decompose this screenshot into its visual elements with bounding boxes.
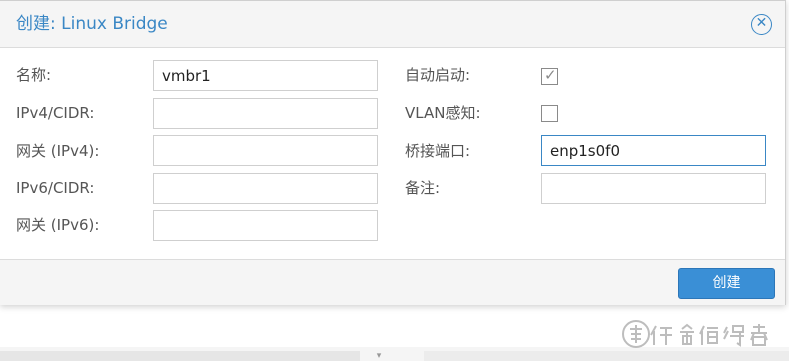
ipv4-cidr-label: IPv4/CIDR:	[16, 104, 95, 122]
comment-label: 备注:	[405, 179, 441, 197]
gateway-ipv6-input[interactable]	[153, 210, 378, 241]
bridge-ports-label: 桥接端口:	[405, 142, 471, 160]
gateway-ipv6-label: 网关 (IPv6):	[16, 216, 100, 234]
create-linux-bridge-dialog: 创建: Linux Bridge ✕ 名称: IPv4/CIDR: 网关 (IP…	[0, 0, 786, 305]
close-icon[interactable]: ✕	[751, 14, 772, 35]
gateway-ipv4-label: 网关 (IPv4):	[16, 142, 100, 160]
background-toolbar-segment	[424, 351, 789, 361]
background-dropdown-icon: ▾	[376, 351, 382, 361]
background-toolbar-segment	[0, 351, 360, 361]
dialog-footer: 创建	[0, 259, 785, 305]
create-button[interactable]: 创建	[678, 268, 775, 299]
ipv6-cidr-label: IPv6/CIDR:	[16, 179, 95, 197]
checkmark-icon: ✓	[544, 66, 557, 84]
name-label: 名称:	[16, 66, 52, 84]
comment-input[interactable]	[541, 173, 766, 204]
autostart-label: 自动启动:	[405, 66, 471, 84]
ipv4-cidr-input[interactable]	[153, 98, 378, 129]
dialog-title: 创建: Linux Bridge	[16, 14, 168, 34]
bridge-ports-input[interactable]	[541, 135, 766, 166]
vlan-aware-checkbox[interactable]	[541, 105, 558, 122]
autostart-checkbox[interactable]: ✓	[541, 66, 558, 85]
name-input[interactable]	[153, 60, 378, 91]
vlan-aware-label: VLAN感知:	[405, 104, 481, 122]
gateway-ipv4-input[interactable]	[153, 135, 378, 166]
dialog-header: 创建: Linux Bridge ✕	[0, 1, 785, 48]
watermark-logo	[622, 320, 768, 348]
ipv6-cidr-input[interactable]	[153, 173, 378, 204]
